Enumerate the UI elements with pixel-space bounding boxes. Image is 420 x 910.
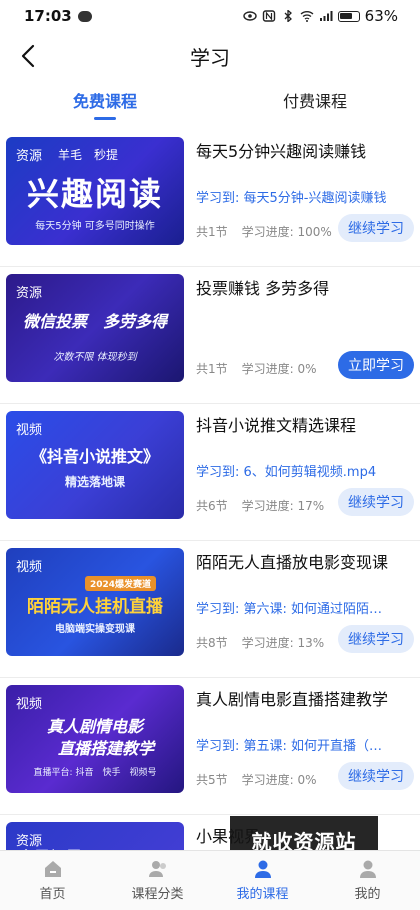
course-progress-link[interactable]: 学习到: 第六课: 如何通过陌陌直播 — [196, 598, 392, 617]
thumb-title: 兴趣阅读 — [26, 175, 163, 213]
bluetooth-icon — [284, 10, 292, 22]
nav-home[interactable]: 首页 — [0, 851, 105, 910]
lesson-count: 共6节 — [196, 499, 228, 513]
lesson-count: 共5节 — [196, 773, 228, 787]
lesson-count: 共1节 — [196, 362, 228, 376]
nav-my-courses[interactable]: 我的课程 — [210, 851, 315, 910]
course-progress-link[interactable]: 学习到: 6、如何剪辑视频.mp4 — [196, 461, 392, 480]
page-title: 学习 — [190, 45, 230, 70]
category-icon — [148, 861, 166, 877]
nav-home-label: 首页 — [39, 887, 66, 902]
course-tabs: 免费课程 付费课程 — [0, 88, 420, 124]
study-progress: 学习进度: 17% — [241, 499, 325, 513]
tab-paid-courses[interactable]: 付费课程 — [210, 88, 420, 124]
course-item[interactable]: 视频 2024爆发赛道 陌陌无人挂机直播 电脑端实操变现课 陌陌无人直播放电影变… — [0, 541, 420, 678]
status-time: 17:03 — [24, 7, 72, 25]
course-meta: 共1节 学习进度: 0% — [196, 360, 317, 377]
profile-icon — [359, 860, 376, 878]
thumb-tag: 视频 — [16, 423, 43, 438]
course-title: 抖音小说推文精选课程 — [196, 416, 357, 435]
thumb-top-text: 2024爆发赛道 — [84, 576, 156, 591]
course-meta: 共6节 学习进度: 17% — [196, 497, 324, 514]
status-bar: 17:03 63% — [0, 0, 420, 32]
continue-learning-button[interactable]: 继续学习 — [338, 488, 414, 516]
tab-free-courses[interactable]: 免费课程 — [0, 88, 210, 124]
header: 学习 — [0, 32, 420, 80]
study-progress: 学习进度: 100% — [241, 225, 332, 239]
thumb-tag: 资源 — [16, 149, 43, 164]
course-title: 陌陌无人直播放电影变现课 — [196, 553, 389, 572]
thumb-title-line2: 直播搭建教学 — [57, 739, 154, 758]
course-thumbnail[interactable]: 资源 羊毛 秒提 兴趣阅读 每天5分钟 可多号同时操作 — [6, 137, 184, 245]
thumb-tag: 视频 — [16, 697, 43, 712]
course-title: 真人剧情电影直播搭建教学 — [196, 690, 389, 709]
course-meta: 共8节 学习进度: 13% — [196, 634, 324, 651]
my-course-icon — [254, 860, 271, 878]
course-meta: 共1节 学习进度: 100% — [196, 223, 332, 240]
course-meta: 共5节 学习进度: 0% — [196, 771, 317, 788]
nav-profile-label: 我的 — [354, 887, 381, 902]
battery-icon — [337, 10, 360, 22]
course-item[interactable]: 视频 《抖音小说推文》 精选落地课 抖音小说推文精选课程 学习到: 6、如何剪辑… — [0, 404, 420, 541]
signal-icon — [319, 11, 333, 21]
wechat-icon — [77, 10, 92, 22]
course-item[interactable]: 视频 真人剧情电影 直播搭建教学 直播平台: 抖音 快手 视频号 真人剧情电影直… — [0, 678, 420, 815]
course-title: 投票赚钱 多劳多得 — [196, 279, 330, 298]
study-progress: 学习进度: 0% — [241, 773, 317, 787]
wifi-icon — [300, 11, 314, 22]
back-arrow-icon — [21, 44, 35, 68]
course-title: 每天5分钟兴趣阅读赚钱 — [196, 142, 367, 161]
course-thumbnail[interactable]: 视频 真人剧情电影 直播搭建教学 直播平台: 抖音 快手 视频号 — [6, 685, 184, 793]
nav-profile[interactable]: 我的 — [315, 851, 420, 910]
home-icon — [44, 861, 61, 877]
status-icons: 63% — [242, 7, 398, 25]
study-progress: 学习进度: 13% — [241, 636, 325, 650]
continue-learning-button[interactable]: 继续学习 — [338, 762, 414, 790]
course-item[interactable]: 资源 微信投票 多劳多得 次数不限 体现秒到 投票赚钱 多劳多得 共1节 学习进度… — [0, 267, 420, 404]
course-progress-link[interactable]: 学习到: 每天5分钟-兴趣阅读赚钱 — [196, 187, 392, 206]
lesson-count: 共1节 — [196, 225, 228, 239]
thumb-title: 微信投票 多劳多得 — [22, 312, 167, 331]
eye-icon — [242, 11, 257, 21]
thumb-top-text: 羊毛 秒提 — [58, 148, 119, 162]
nav-my-courses-label: 我的课程 — [236, 887, 289, 902]
start-learning-button[interactable]: 立即学习 — [338, 351, 414, 379]
thumb-title: 真人剧情电影 — [46, 717, 143, 736]
continue-learning-button[interactable]: 继续学习 — [338, 214, 414, 242]
thumb-subtitle: 直播平台: 抖音 快手 视频号 — [33, 768, 157, 778]
thumb-title: 陌陌无人挂机直播 — [27, 597, 163, 617]
course-thumbnail[interactable]: 资源 微信投票 多劳多得 次数不限 体现秒到 — [6, 274, 184, 382]
thumb-subtitle: 每天5分钟 可多号同时操作 — [35, 221, 155, 232]
battery-level: 63% — [364, 7, 398, 25]
thumb-subtitle: 次数不限 体现秒到 — [53, 352, 137, 363]
thumb-title: 《抖音小说推文》 — [30, 447, 159, 466]
course-list: 资源 羊毛 秒提 兴趣阅读 每天5分钟 可多号同时操作 每天5分钟兴趣阅读赚钱 … — [0, 130, 420, 910]
nav-category[interactable]: 课程分类 — [105, 851, 210, 910]
course-item[interactable]: 资源 羊毛 秒提 兴趣阅读 每天5分钟 可多号同时操作 每天5分钟兴趣阅读赚钱 … — [0, 130, 420, 267]
bottom-nav: 首页 课程分类 我的课程 我的 — [0, 850, 420, 910]
lesson-count: 共8节 — [196, 636, 228, 650]
course-thumbnail[interactable]: 视频 2024爆发赛道 陌陌无人挂机直播 电脑端实操变现课 — [6, 548, 184, 656]
course-progress-link[interactable]: 学习到: 第五课: 如何开直播（竖屏） — [196, 735, 392, 754]
continue-learning-button[interactable]: 继续学习 — [338, 625, 414, 653]
thumb-subtitle: 电脑端实操变现课 — [55, 624, 135, 635]
thumb-tag: 资源 — [16, 286, 43, 301]
nav-category-label: 课程分类 — [131, 887, 184, 902]
study-progress: 学习进度: 0% — [241, 362, 317, 376]
back-button[interactable] — [14, 42, 42, 70]
course-thumbnail[interactable]: 视频 《抖音小说推文》 精选落地课 — [6, 411, 184, 519]
nfc-icon — [262, 10, 275, 22]
thumb-tag: 视频 — [16, 560, 43, 575]
thumb-subtitle: 精选落地课 — [64, 475, 125, 489]
